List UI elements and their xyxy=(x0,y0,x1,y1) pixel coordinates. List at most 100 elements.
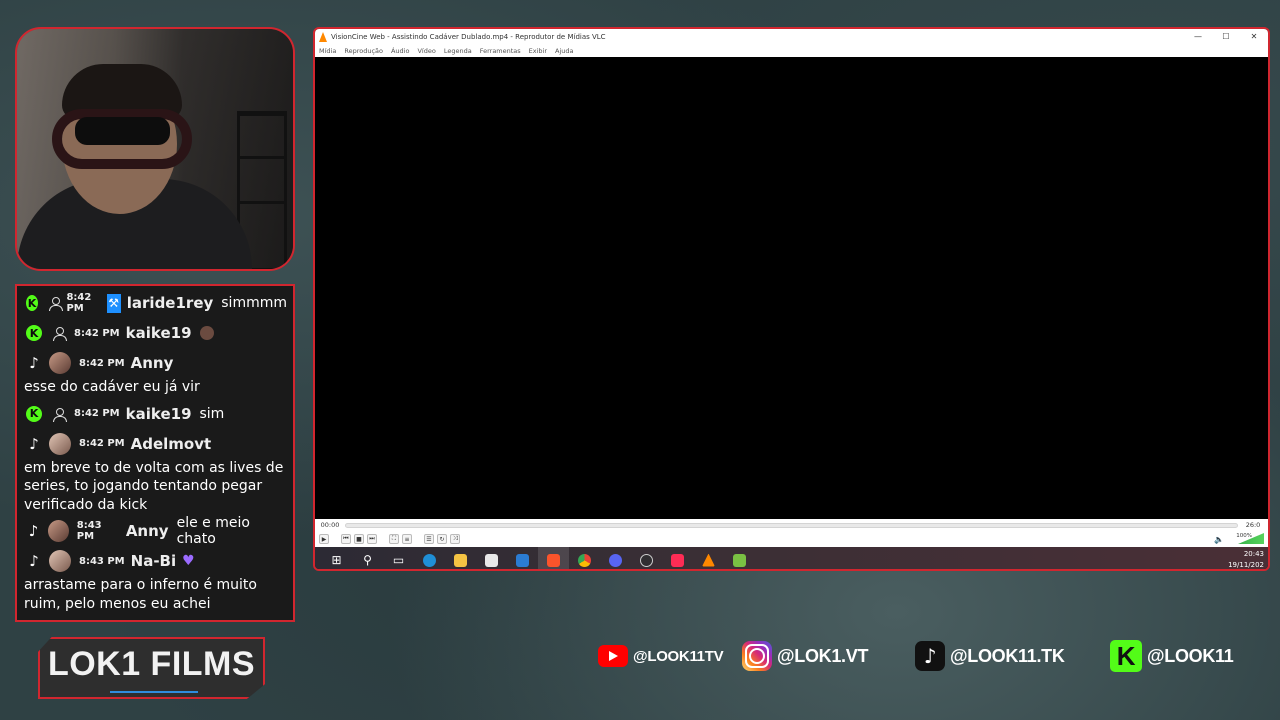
volume-control[interactable]: 🔈 100% xyxy=(1214,533,1264,544)
stop-button[interactable]: ■ xyxy=(354,534,364,544)
kick-icon: K xyxy=(1110,640,1142,672)
tiktok-icon: ♪ xyxy=(28,522,39,540)
instagram-handle: @LOK1.VT xyxy=(777,645,869,666)
discord-icon[interactable] xyxy=(600,547,631,569)
user-icon xyxy=(52,326,67,341)
menu-audio[interactable]: Áudio xyxy=(391,45,409,57)
social-tiktok: ♪ @LOOK11.TK xyxy=(915,640,1065,672)
vlc-icon xyxy=(319,32,327,42)
message-text: simmmm xyxy=(221,295,287,311)
message-time: 8:42 PM xyxy=(79,357,125,369)
fullscreen-button[interactable]: ⛶ xyxy=(389,534,399,544)
message-text: em breve to de volta com as lives de ser… xyxy=(24,459,284,513)
emote-icon xyxy=(199,326,214,340)
message-time: 8:43 PM xyxy=(76,520,102,542)
webcam-feed xyxy=(15,27,295,271)
speaker-icon[interactable]: 🔈 xyxy=(1214,535,1224,544)
play-button[interactable]: ▶ xyxy=(319,534,329,544)
chat-message: ♪ 8:43 PM Na-Bi ♥ arrastame para o infer… xyxy=(17,546,293,615)
menu-help[interactable]: Ajuda xyxy=(555,45,573,57)
kick-icon: K xyxy=(26,405,42,422)
user-icon xyxy=(52,407,67,422)
loop-button[interactable]: ↻ xyxy=(437,534,447,544)
chat-username: laride1rey xyxy=(126,294,214,312)
message-time: 8:42 PM xyxy=(66,292,92,314)
avatar xyxy=(47,520,69,542)
tiktok-icon: ♪ xyxy=(915,641,945,671)
social-kick: K @LOOK11 xyxy=(1110,640,1234,672)
chat-message: K 8:42 PM ⚒ laride1rey simmmm xyxy=(17,288,293,318)
time-total: 26:0 xyxy=(1245,521,1261,529)
minimize-button[interactable]: — xyxy=(1184,29,1212,45)
vlc-taskbar-icon[interactable] xyxy=(693,547,724,569)
video-area[interactable] xyxy=(318,57,1268,519)
vlc-window: VisionCine Web - Assistindo Cadáver Dubl… xyxy=(313,27,1270,571)
chrome-icon[interactable] xyxy=(569,547,600,569)
menu-view[interactable]: Exibir xyxy=(529,45,547,57)
chat-username: Anny xyxy=(130,354,174,372)
moderator-badge-icon: ⚒ xyxy=(106,293,121,313)
task-view-icon[interactable]: ▭ xyxy=(383,547,414,569)
file-explorer-icon[interactable] xyxy=(445,547,476,569)
windows-start-icon[interactable]: ⊞ xyxy=(321,547,352,569)
chat-username: kaike19 xyxy=(125,324,192,342)
message-text: ele e meio chato xyxy=(176,515,250,547)
kick-icon: K xyxy=(26,295,38,311)
tiktok-icon: ♪ xyxy=(29,434,39,453)
chat-username: Adelmovt xyxy=(130,434,212,453)
maximize-button[interactable]: ☐ xyxy=(1212,29,1240,45)
avatar xyxy=(49,550,71,572)
message-text: esse do cadáver eu já vir xyxy=(24,379,200,395)
system-clock[interactable]: 20:43 19/11/202 xyxy=(1228,549,1264,569)
shuffle-button[interactable]: ⤨ xyxy=(450,534,460,544)
store-icon[interactable] xyxy=(476,547,507,569)
user-icon xyxy=(48,296,64,311)
chat-message: K 8:42 PM kaike19 sim xyxy=(17,399,293,429)
extended-settings-button[interactable]: ≡ xyxy=(402,534,412,544)
menu-video[interactable]: Vídeo xyxy=(417,45,435,57)
mail-icon[interactable] xyxy=(507,547,538,569)
heart-icon: ♥ xyxy=(182,553,195,569)
brave-icon[interactable] xyxy=(538,547,569,569)
instagram-icon xyxy=(742,641,772,671)
tiktok-handle: @LOOK11.TK xyxy=(950,645,1065,666)
message-text: arrastame para o inferno é muito ruim, p… xyxy=(24,577,257,612)
tiktok-live-icon[interactable] xyxy=(662,547,693,569)
tiktok-icon: ♪ xyxy=(29,354,39,372)
message-time: 8:43 PM xyxy=(79,555,125,567)
kick-handle: @LOOK11 xyxy=(1147,645,1234,666)
youtube-icon xyxy=(598,645,628,667)
clock-time: 20:43 xyxy=(1243,550,1264,558)
edge-icon[interactable] xyxy=(414,547,445,569)
window-titlebar[interactable]: VisionCine Web - Assistindo Cadáver Dubl… xyxy=(315,29,1268,45)
message-time: 8:42 PM xyxy=(74,408,120,419)
menu-media[interactable]: Mídia xyxy=(319,45,336,57)
window-title: VisionCine Web - Assistindo Cadáver Dubl… xyxy=(331,33,606,41)
time-elapsed: 00:00 xyxy=(320,521,340,529)
chat-message: K 8:42 PM kaike19 xyxy=(17,318,293,348)
playback-controls: ▶ ⏮ ■ ⏭ ⛶ ≡ ☰ ↻ ⤨ 🔈 100% xyxy=(315,531,1268,547)
tiktok-icon: ♪ xyxy=(29,552,39,570)
next-button[interactable]: ⏭ xyxy=(367,534,377,544)
seek-bar[interactable] xyxy=(345,522,1238,528)
menu-subtitle[interactable]: Legenda xyxy=(444,45,472,57)
menu-bar: Mídia Reprodução Áudio Vídeo Legenda Fer… xyxy=(315,45,1268,57)
app-icon[interactable] xyxy=(724,547,755,569)
chat-message: ♪ 8:43 PM Anny ele e meio chato xyxy=(17,515,293,547)
playlist-button[interactable]: ☰ xyxy=(424,534,434,544)
menu-tools[interactable]: Ferramentas xyxy=(480,45,521,57)
close-button[interactable]: ✕ xyxy=(1240,29,1268,45)
sunglasses xyxy=(75,117,170,145)
volume-percent: 100% xyxy=(1236,533,1252,539)
chat-username: Anny xyxy=(125,522,169,540)
obs-icon[interactable] xyxy=(631,547,662,569)
search-icon[interactable]: ⚲ xyxy=(352,547,383,569)
seek-area: 00:00 26:0 xyxy=(315,519,1268,531)
chat-message: ♪ 8:42 PM Anny esse do cadáver eu já vir xyxy=(17,348,293,399)
logo-underline xyxy=(110,691,198,693)
avatar xyxy=(49,432,71,455)
message-time: 8:42 PM xyxy=(74,327,120,339)
previous-button[interactable]: ⏮ xyxy=(341,534,351,544)
menu-playback[interactable]: Reprodução xyxy=(344,45,383,57)
avatar xyxy=(49,352,71,374)
